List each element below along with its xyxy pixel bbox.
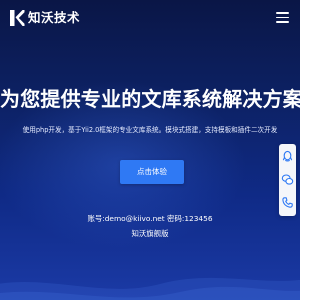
floating-contact-toolbar — [279, 144, 296, 216]
top-header: 知沃技术 — [0, 0, 300, 34]
k-logo-icon — [10, 10, 25, 26]
phone-icon[interactable] — [281, 196, 294, 209]
demo-account-info: 账号:demo@kiivo.net 密码:123456 — [87, 214, 213, 223]
hero-page: 知沃技术 为您提供专业的文库系统解决方案 使用php开发，基于Yii2.0框架的… — [0, 0, 300, 300]
decorative-wave — [0, 277, 300, 300]
brand-logo[interactable]: 知沃技术 — [9, 9, 80, 27]
edition-label: 知沃旗舰版 — [131, 229, 169, 238]
hero-title: 为您提供专业的文库系统解决方案 — [0, 87, 300, 111]
qq-icon[interactable] — [281, 150, 294, 163]
wechat-icon[interactable] — [281, 173, 294, 186]
try-now-button[interactable]: 点击体验 — [120, 160, 184, 184]
hamburger-menu-icon[interactable] — [276, 12, 289, 23]
hero-subtitle: 使用php开发，基于Yii2.0框架的专业文库系统。模块式搭建，支持模板和插件二… — [22, 126, 278, 134]
brand-name: 知沃技术 — [28, 10, 81, 25]
